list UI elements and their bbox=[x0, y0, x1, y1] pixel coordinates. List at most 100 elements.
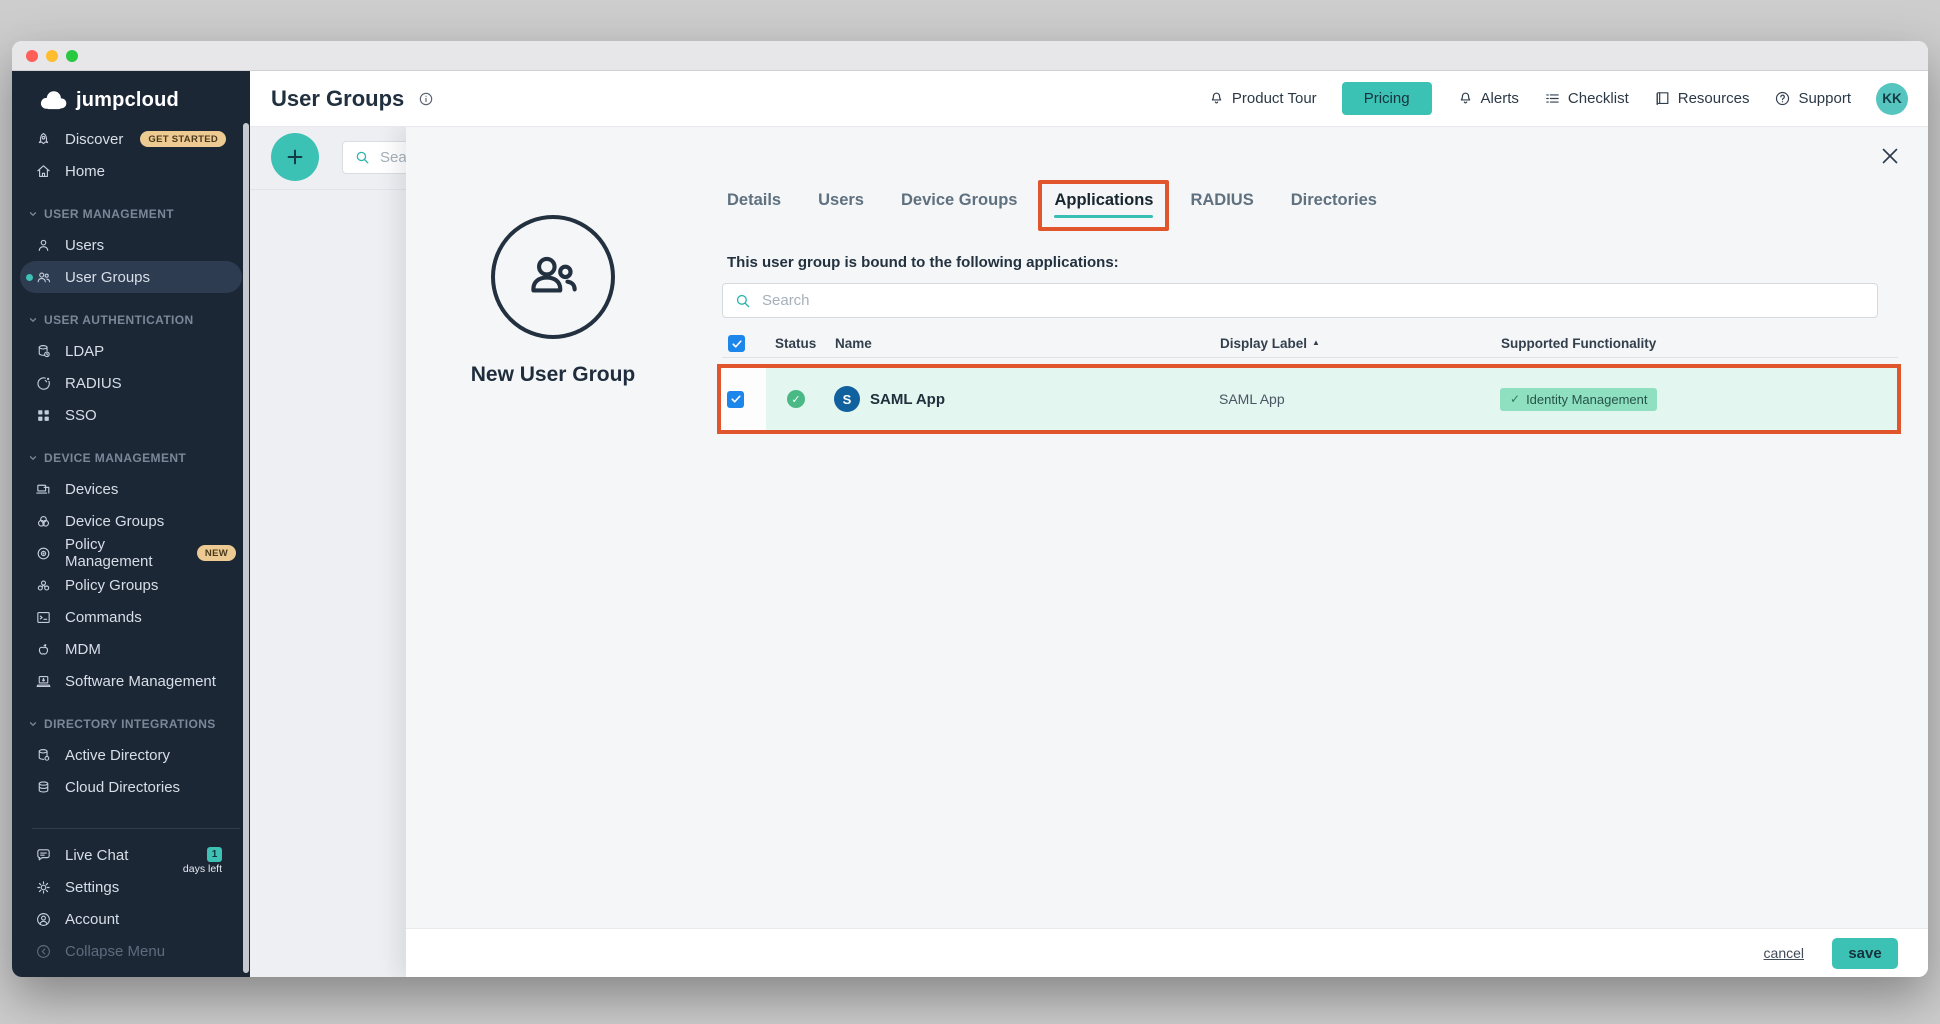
minimize-window-button[interactable] bbox=[46, 50, 58, 62]
sidebar-item-label: Device Groups bbox=[65, 513, 164, 530]
tab-bar: Details Users Device Groups Applications… bbox=[727, 191, 1377, 218]
collapse-arrow-icon bbox=[35, 943, 52, 960]
select-all-checkbox[interactable] bbox=[728, 335, 745, 352]
sidebar-section-device-management[interactable]: DEVICE MANAGEMENT bbox=[12, 443, 250, 473]
page-header: User Groups Product Tour Pricing Alerts … bbox=[250, 71, 1928, 127]
logo-wordmark: jumpcloud bbox=[76, 89, 179, 112]
save-button[interactable]: save bbox=[1832, 938, 1898, 969]
functionality-badge: ✓ Identity Management bbox=[1500, 388, 1657, 411]
tab-applications[interactable]: Applications bbox=[1054, 191, 1153, 218]
sidebar-item-policy-groups[interactable]: Policy Groups bbox=[12, 569, 250, 601]
sidebar-item-settings[interactable]: Settings bbox=[12, 871, 250, 903]
column-header-name[interactable]: Name bbox=[827, 336, 1212, 351]
column-header-status[interactable]: Status bbox=[767, 336, 827, 351]
close-window-button[interactable] bbox=[26, 50, 38, 62]
resources-button[interactable]: Resources bbox=[1654, 90, 1750, 107]
sidebar-item-devices[interactable]: Devices bbox=[12, 473, 250, 505]
sidebar-item-policy-management[interactable]: Policy Management NEW bbox=[12, 537, 250, 569]
sidebar-item-label: Account bbox=[65, 911, 119, 928]
sidebar-item-label: Software Management bbox=[65, 673, 216, 690]
search-icon bbox=[734, 292, 752, 310]
alerts-button[interactable]: Alerts bbox=[1457, 90, 1519, 107]
sidebar-item-device-groups[interactable]: Device Groups bbox=[12, 505, 250, 537]
group-title: New User Group bbox=[406, 363, 700, 387]
jumpcloud-logo[interactable]: jumpcloud bbox=[12, 71, 250, 117]
terminal-icon bbox=[35, 609, 52, 626]
account-icon bbox=[35, 911, 52, 928]
megaphone-icon bbox=[1208, 90, 1225, 107]
applications-search-input[interactable] bbox=[762, 292, 1877, 309]
sidebar-item-ldap[interactable]: LDAP bbox=[12, 335, 250, 367]
tab-users[interactable]: Users bbox=[818, 191, 864, 218]
sort-ascending-icon: ▲ bbox=[1312, 338, 1320, 347]
checklist-button[interactable]: Checklist bbox=[1544, 90, 1629, 107]
sidebar-item-label: Policy Groups bbox=[65, 577, 158, 594]
tab-directories[interactable]: Directories bbox=[1291, 191, 1377, 218]
sidebar-section-label: DEVICE MANAGEMENT bbox=[44, 451, 186, 465]
add-user-group-button[interactable] bbox=[271, 133, 319, 181]
sidebar-scrollbar[interactable] bbox=[243, 123, 249, 973]
sso-grid-icon bbox=[35, 407, 52, 424]
chevron-down-icon bbox=[28, 719, 38, 729]
application-name: SAML App bbox=[870, 391, 945, 408]
apple-mdm-icon bbox=[35, 641, 52, 658]
alerts-label: Alerts bbox=[1481, 90, 1519, 107]
sidebar-section-user-authentication[interactable]: USER AUTHENTICATION bbox=[12, 305, 250, 335]
sidebar-item-label: Home bbox=[65, 163, 105, 180]
sidebar-section-user-management[interactable]: USER MANAGEMENT bbox=[12, 199, 250, 229]
sidebar-item-mdm[interactable]: MDM bbox=[12, 633, 250, 665]
sidebar-item-commands[interactable]: Commands bbox=[12, 601, 250, 633]
support-button[interactable]: Support bbox=[1774, 90, 1851, 107]
search-icon bbox=[354, 149, 371, 166]
table-row[interactable]: ✓ S SAML App SAML App ✓ Identity Managem… bbox=[721, 368, 1897, 430]
sidebar-item-collapse-menu[interactable]: Collapse Menu bbox=[12, 935, 250, 967]
sidebar-item-software-management[interactable]: Software Management bbox=[12, 665, 250, 697]
sidebar-item-label: LDAP bbox=[65, 343, 104, 360]
sidebar-item-discover[interactable]: Discover GET STARTED bbox=[12, 123, 250, 155]
sidebar-item-home[interactable]: Home bbox=[12, 155, 250, 187]
group-summary: New User Group bbox=[406, 127, 700, 387]
user-avatar[interactable]: KK bbox=[1876, 83, 1908, 115]
devices-icon bbox=[35, 481, 52, 498]
sidebar-item-label: SSO bbox=[65, 407, 97, 424]
sidebar-item-sso[interactable]: SSO bbox=[12, 399, 250, 431]
tab-details[interactable]: Details bbox=[727, 191, 781, 218]
sidebar-item-label: Settings bbox=[65, 879, 119, 896]
pricing-button[interactable]: Pricing bbox=[1342, 82, 1432, 115]
sidebar-item-cloud-directories[interactable]: Cloud Directories bbox=[12, 771, 250, 803]
sidebar-item-account[interactable]: Account bbox=[12, 903, 250, 935]
sidebar-item-label: Collapse Menu bbox=[65, 943, 165, 960]
sidebar-item-label: User Groups bbox=[65, 269, 150, 286]
sidebar-section-directory-integrations[interactable]: DIRECTORY INTEGRATIONS bbox=[12, 709, 250, 739]
sidebar-item-active-directory[interactable]: Active Directory bbox=[12, 739, 250, 771]
product-tour-button[interactable]: Product Tour bbox=[1208, 90, 1317, 107]
zoom-window-button[interactable] bbox=[66, 50, 78, 62]
sidebar-section-label: USER AUTHENTICATION bbox=[44, 313, 194, 327]
tab-device-groups[interactable]: Device Groups bbox=[901, 191, 1017, 218]
sidebar-item-label: Live Chat bbox=[65, 847, 128, 864]
saml-app-avatar: S bbox=[834, 386, 860, 412]
sidebar-item-user-groups[interactable]: User Groups bbox=[12, 261, 250, 293]
cancel-button[interactable]: cancel bbox=[1764, 945, 1804, 961]
row-checkbox[interactable] bbox=[727, 391, 744, 408]
policy-groups-icon bbox=[35, 577, 52, 594]
question-circle-icon bbox=[1774, 90, 1791, 107]
sidebar-section-label: USER MANAGEMENT bbox=[44, 207, 174, 221]
info-icon[interactable] bbox=[418, 91, 434, 107]
panel-footer: cancel save bbox=[406, 928, 1928, 977]
column-header-display-label[interactable]: Display Label ▲ bbox=[1212, 336, 1493, 351]
sidebar-item-live-chat[interactable]: Live Chat 1 days left bbox=[12, 839, 250, 871]
sidebar-item-users[interactable]: Users bbox=[12, 229, 250, 261]
user-icon bbox=[35, 237, 52, 254]
resources-label: Resources bbox=[1678, 90, 1750, 107]
column-header-supported-functionality[interactable]: Supported Functionality bbox=[1493, 336, 1898, 351]
sidebar-item-radius[interactable]: RADIUS bbox=[12, 367, 250, 399]
sidebar-item-label: RADIUS bbox=[65, 375, 122, 392]
cloud-directories-icon bbox=[35, 779, 52, 796]
tab-radius[interactable]: RADIUS bbox=[1190, 191, 1253, 218]
page-title: User Groups bbox=[271, 86, 404, 112]
sidebar-item-label: Commands bbox=[65, 609, 142, 626]
sidebar-item-label: Users bbox=[65, 237, 104, 254]
active-tab-underline bbox=[1054, 215, 1153, 218]
active-directory-icon bbox=[35, 747, 52, 764]
